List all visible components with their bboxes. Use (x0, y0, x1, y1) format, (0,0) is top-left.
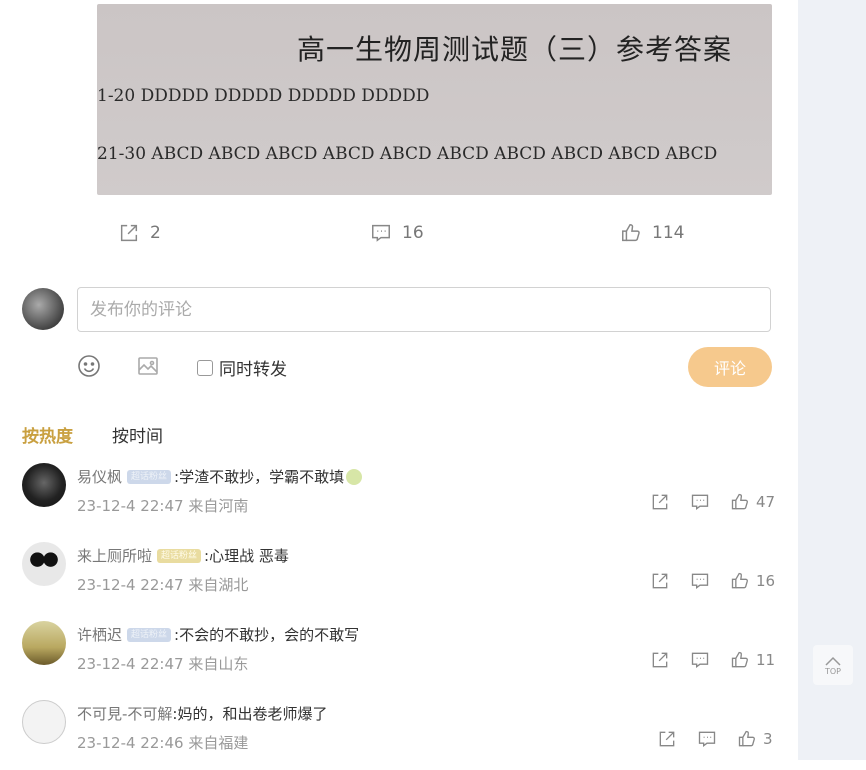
comment-item: 来上厕所啦 超话粉丝 :心理战 恶毒 23-12-4 22:47 来自湖北 16 (0, 542, 798, 612)
comment-line: 来上厕所啦 超话粉丝 :心理战 恶毒 (77, 545, 289, 566)
image-answers-line2: 21-30 ABCD ABCD ABCD ABCD ABCD ABCD ABCD… (97, 144, 718, 164)
like-count: 11 (756, 651, 776, 669)
like-count: 3 (763, 730, 773, 748)
like-icon[interactable] (730, 650, 750, 670)
comment-time: 23-12-4 22:47 (77, 655, 184, 673)
comment-actions: 3 (657, 729, 773, 749)
submit-comment-button[interactable]: 评论 (688, 347, 772, 387)
checkbox-box[interactable] (197, 359, 213, 376)
comment-meta: 23-12-4 22:47 来自山东 (77, 653, 248, 674)
like-icon (622, 224, 640, 242)
chevron-up-icon (825, 656, 841, 666)
back-to-top-button[interactable]: TOP (813, 645, 853, 685)
comment-username[interactable]: 易仪枫 (77, 466, 122, 487)
comment-line: 不可見-不可解 :妈的，和出卷老师爆了 (77, 703, 327, 724)
comment-text: :不会的不敢抄，会的不敢写 (174, 626, 360, 644)
comment-meta: 23-12-4 22:46 来自福建 (77, 732, 248, 753)
tab-sort-time[interactable]: 按时间 (112, 422, 163, 447)
top-label: TOP (824, 666, 841, 676)
comment-item: 易仪枫 超话粉丝 :学渣不敢抄，学霸不敢填 23-12-4 22:47 来自河南… (0, 463, 798, 533)
like-icon[interactable] (737, 729, 757, 749)
fan-badge: 超话粉丝 (127, 469, 172, 484)
comment-icon[interactable] (690, 492, 710, 512)
comment-icon[interactable] (697, 729, 717, 749)
like-button[interactable]: 114 (620, 222, 684, 244)
comment-button[interactable]: 16 (370, 222, 424, 244)
comment-text: :学渣不敢抄，学霸不敢填 (174, 468, 345, 486)
share-icon (120, 224, 138, 242)
like-icon[interactable] (730, 571, 750, 591)
emoji-icon[interactable] (77, 354, 101, 378)
avatar[interactable] (22, 463, 66, 507)
image-answers-line1: 1-20 DDDDD DDDDD DDDDD DDDDD (97, 86, 430, 106)
comment-meta: 23-12-4 22:47 来自河南 (77, 495, 248, 516)
avatar[interactable] (22, 700, 66, 744)
image-title: 高一生物周测试题（三）参考答案 (297, 33, 733, 66)
comment-actions: 16 (650, 571, 775, 591)
comment-username[interactable]: 来上厕所啦 (77, 545, 152, 566)
post-image[interactable]: 高一生物周测试题（三）参考答案 1-20 DDDDD DDDDD DDDDD D… (97, 4, 772, 195)
comment-location: 来自福建 (188, 734, 249, 752)
share-icon[interactable] (650, 571, 670, 591)
comment-meta: 23-12-4 22:47 来自湖北 (77, 574, 248, 595)
comment-line: 易仪枫 超话粉丝 :学渣不敢抄，学霸不敢填 (77, 466, 363, 487)
share-icon[interactable] (650, 650, 670, 670)
comment-count: 16 (402, 223, 424, 243)
comment-line: 许栖迟 超话粉丝 :不会的不敢抄，会的不敢写 (77, 624, 359, 645)
fan-badge: 超话粉丝 (157, 548, 202, 563)
comment-text: :心理战 恶毒 (204, 547, 289, 565)
like-count: 47 (756, 493, 776, 511)
comment-actions: 11 (650, 650, 775, 670)
comment-item: 许栖迟 超话粉丝 :不会的不敢抄，会的不敢写 23-12-4 22:47 来自山… (0, 621, 798, 691)
comment-icon (372, 224, 390, 242)
comment-actions: 47 (650, 492, 775, 512)
image-icon[interactable] (136, 354, 160, 378)
share-icon[interactable] (650, 492, 670, 512)
comment-time: 23-12-4 22:47 (77, 576, 184, 594)
repost-checkbox[interactable]: 同时转发 (197, 355, 287, 380)
post-actions: 2 16 114 (0, 222, 798, 252)
comment-time: 23-12-4 22:46 (77, 734, 184, 752)
share-button[interactable]: 2 (118, 222, 161, 244)
tab-sort-hot[interactable]: 按热度 (22, 422, 73, 447)
repost-label: 同时转发 (219, 360, 287, 380)
comment-icon[interactable] (690, 571, 710, 591)
share-icon[interactable] (657, 729, 677, 749)
comment-time: 23-12-4 22:47 (77, 497, 184, 515)
comment-location: 来自山东 (188, 655, 249, 673)
my-avatar (22, 288, 64, 330)
comment-username[interactable]: 许栖迟 (77, 624, 122, 645)
comment-input[interactable] (77, 287, 771, 332)
avatar[interactable] (22, 621, 66, 665)
comment-icon[interactable] (690, 650, 710, 670)
like-count: 114 (652, 223, 685, 243)
share-count: 2 (150, 223, 161, 243)
like-icon[interactable] (730, 492, 750, 512)
emoji-sticker-icon (346, 468, 363, 485)
comment-location: 来自河南 (188, 497, 249, 515)
comment-text: :妈的，和出卷老师爆了 (172, 705, 328, 723)
fan-badge: 超话粉丝 (127, 627, 172, 642)
like-count: 16 (756, 572, 776, 590)
comment-location: 来自湖北 (188, 576, 249, 594)
comment-username[interactable]: 不可見-不可解 (77, 703, 172, 724)
avatar[interactable] (22, 542, 66, 586)
